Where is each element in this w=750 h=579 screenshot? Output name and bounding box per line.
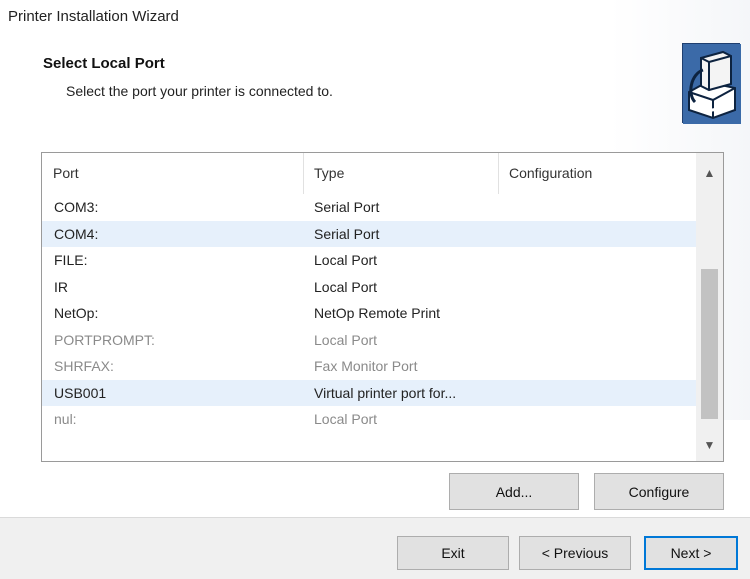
table-row[interactable]: IR Local Port <box>42 274 698 301</box>
port-rows: COM3: Serial Port COM4: Serial Port FILE: Loc… <box>42 194 698 433</box>
column-header-type[interactable]: Type <box>304 153 499 194</box>
port-name-cell: PORTPROMPT: <box>54 331 155 348</box>
previous-button[interactable]: < Previous <box>519 536 631 570</box>
table-row[interactable]: SHRFAX: Fax Monitor Port <box>42 353 698 380</box>
page-title: Select Local Port <box>43 55 165 72</box>
port-name-cell: nul: <box>54 411 77 427</box>
table-row[interactable]: COM3: Serial Port <box>42 194 698 221</box>
list-header: Port Type Configuration <box>42 153 698 194</box>
port-type-cell: Local Port <box>314 252 378 268</box>
column-header-configuration[interactable]: Configuration <box>499 153 698 194</box>
port-type-cell: Serial Port <box>314 225 380 242</box>
wizard-header: Printer Installation Wizard Select Local… <box>0 0 750 420</box>
scroll-down-icon[interactable]: ▼ <box>696 431 723 459</box>
port-type-cell: Local Port <box>314 278 378 295</box>
wizard-footer: Exit < Previous Next > <box>0 517 750 579</box>
table-row[interactable]: COM4: Serial Port <box>42 220 698 247</box>
scroll-thumb[interactable] <box>701 269 718 419</box>
table-row[interactable]: FILE: Local Port <box>42 247 698 274</box>
table-row[interactable]: PORTPROMPT: Local Port <box>42 327 698 354</box>
vertical-scrollbar[interactable]: ▲ ▼ <box>696 153 723 461</box>
port-type-cell: Local Port <box>314 331 378 348</box>
exit-button[interactable]: Exit <box>397 536 509 570</box>
scroll-up-icon[interactable]: ▲ <box>696 159 723 187</box>
port-name-cell: COM4: <box>54 225 99 242</box>
table-row[interactable]: nul: Local Port <box>42 406 698 433</box>
port-name-cell: COM3: <box>54 199 99 215</box>
port-name-cell: FILE: <box>54 252 88 268</box>
port-list[interactable]: Port Type Configuration COM3: Serial Port… <box>41 152 724 462</box>
printer-icon-graphic <box>683 44 741 124</box>
port-type-cell: NetOp Remote Print <box>314 305 441 321</box>
column-header-port[interactable]: Port <box>42 153 304 194</box>
port-name-cell: IR <box>54 278 68 295</box>
port-type-cell: Serial Port <box>314 199 380 215</box>
page-subtitle: Select the port your printer is connecte… <box>66 83 333 99</box>
table-row[interactable]: USB001 Virtual printer port for... <box>42 379 698 406</box>
port-name-cell: SHRFAX: <box>54 358 114 374</box>
port-type-cell: Virtual printer port for... <box>314 384 457 401</box>
window-title: Printer Installation Wizard <box>8 8 179 25</box>
next-button[interactable]: Next > <box>644 536 738 570</box>
table-row[interactable]: NetOp: NetOp Remote Print <box>42 300 698 327</box>
configure-port-button[interactable]: Configure <box>594 473 724 510</box>
port-name-cell: USB001 <box>54 384 107 401</box>
printer-wizard-icon <box>682 43 741 124</box>
port-type-cell: Local Port <box>314 411 378 427</box>
port-name-cell: NetOp: <box>54 305 99 321</box>
port-type-cell: Fax Monitor Port <box>314 358 418 374</box>
add-port-button[interactable]: Add... <box>449 473 579 510</box>
